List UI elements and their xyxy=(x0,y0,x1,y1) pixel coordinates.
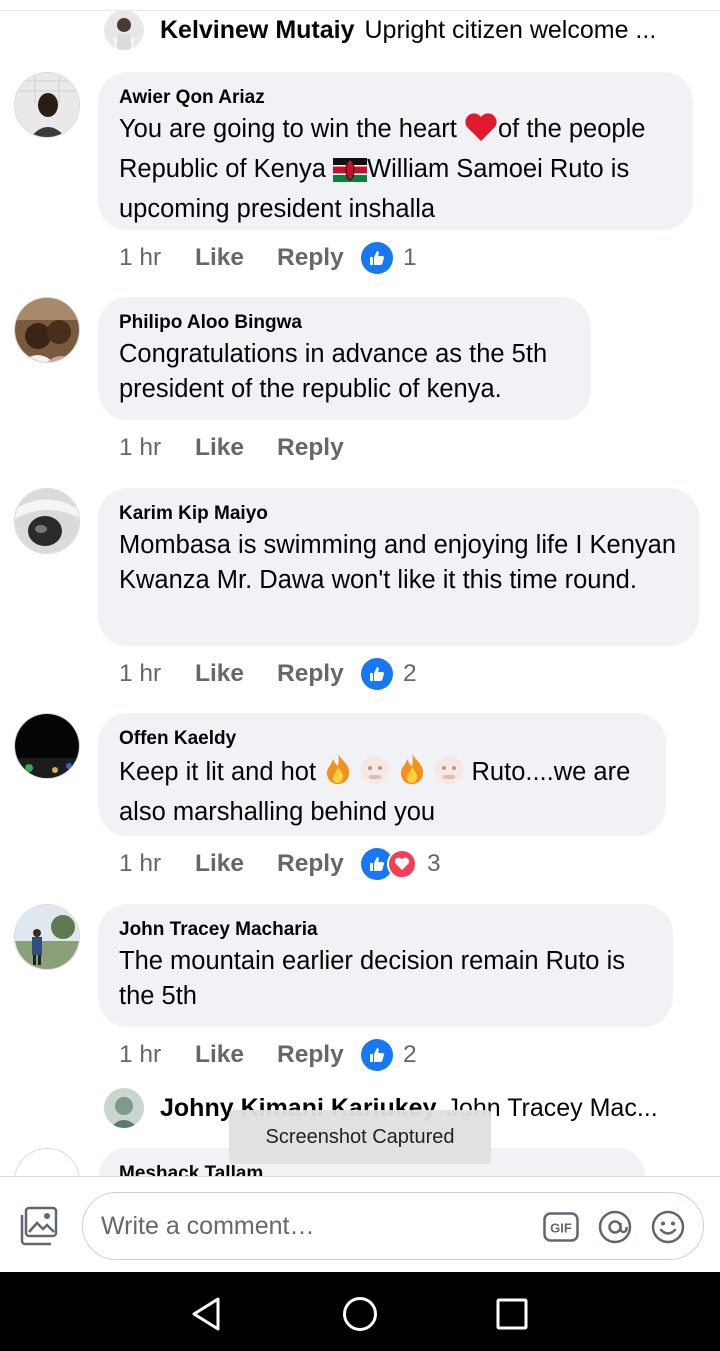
reply-author[interactable]: Kelvinew Mutaiy xyxy=(160,16,355,45)
android-navigation-bar xyxy=(0,1272,720,1351)
reaction-count: 3 xyxy=(427,850,441,877)
mention-icon[interactable] xyxy=(597,1209,633,1245)
reply-button[interactable]: Reply xyxy=(277,1041,361,1069)
avatar[interactable] xyxy=(14,904,80,970)
reaction-count: 2 xyxy=(403,660,417,687)
like-reaction-icon xyxy=(361,1039,393,1071)
comment-composer: Write a comment… GIF xyxy=(0,1176,720,1272)
comment-text: Keep it lit and hot Ruto....we are also … xyxy=(119,753,644,830)
reactions-summary[interactable]: 2 xyxy=(361,658,417,690)
emoji-icon[interactable] xyxy=(650,1209,686,1245)
comment-text: You are going to win the heart of the pe… xyxy=(119,112,671,227)
reaction-count: 1 xyxy=(403,244,417,271)
comment-author[interactable]: Offen Kaeldy xyxy=(119,726,644,752)
comment-time[interactable]: 1 hr xyxy=(119,1041,195,1069)
like-button[interactable]: Like xyxy=(195,434,277,462)
reply-button[interactable]: Reply xyxy=(277,850,361,878)
avatar[interactable] xyxy=(104,10,144,50)
comment-bubble[interactable]: John Tracey Macharia The mountain earlie… xyxy=(98,904,673,1027)
reactions-summary[interactable]: 3 xyxy=(361,848,441,880)
gif-icon[interactable]: GIF xyxy=(543,1209,579,1245)
comment-text: Congratulations in advance as the 5th pr… xyxy=(119,340,548,403)
comment-text: Mombasa is swimming and enjoying life I … xyxy=(119,531,677,594)
avatar[interactable] xyxy=(104,1088,144,1128)
reactions-summary[interactable]: 1 xyxy=(361,242,417,274)
back-icon[interactable] xyxy=(186,1294,226,1334)
avatar[interactable] xyxy=(14,713,80,779)
comment-bubble[interactable]: Philipo Aloo Bingwa Congratulations in a… xyxy=(98,297,591,420)
reply-button[interactable]: Reply xyxy=(277,660,361,688)
comment-actions: 1 hr Like Reply xyxy=(119,431,361,465)
love-reaction-icon xyxy=(387,849,417,879)
comment-text: The mountain earlier decision remain Rut… xyxy=(119,947,625,1010)
comment-author[interactable]: Awier Qon Ariaz xyxy=(119,85,671,111)
comment-input-placeholder: Write a comment… xyxy=(101,1212,315,1240)
reactions-summary[interactable]: 2 xyxy=(361,1039,417,1071)
avatar[interactable] xyxy=(14,72,80,138)
recents-icon[interactable] xyxy=(492,1294,532,1334)
cold-face-emoji-icon xyxy=(434,755,464,795)
reply-text[interactable]: Upright citizen welcome ... xyxy=(365,16,657,45)
reply-button[interactable]: Reply xyxy=(277,244,361,272)
comment-actions: 1 hr Like Reply 2 xyxy=(119,1038,417,1072)
svg-text:GIF: GIF xyxy=(550,1221,572,1236)
reply-button[interactable]: Reply xyxy=(277,434,361,462)
comment-bubble[interactable]: Awier Qon Ariaz You are going to win the… xyxy=(98,72,693,230)
comment-time[interactable]: 1 hr xyxy=(119,660,195,688)
comment-bubble[interactable]: Offen Kaeldy Keep it lit and hot Ruto...… xyxy=(98,713,666,836)
fire-emoji-icon xyxy=(397,753,427,795)
like-reaction-icon xyxy=(361,658,393,690)
photo-icon[interactable] xyxy=(18,1205,60,1247)
comment-time[interactable]: 1 hr xyxy=(119,434,195,462)
like-button[interactable]: Like xyxy=(195,660,277,688)
comment-actions: 1 hr Like Reply 1 xyxy=(119,241,417,275)
comment-actions: 1 hr Like Reply 2 xyxy=(119,657,417,691)
comment-author[interactable]: John Tracey Macharia xyxy=(119,917,651,943)
comment-time[interactable]: 1 hr xyxy=(119,244,195,272)
fire-emoji-icon xyxy=(323,753,353,795)
screenshot-toast: Screenshot Captured xyxy=(229,1110,491,1164)
comments-feed[interactable]: Kelvinew Mutaiy Upright citizen welcome … xyxy=(0,0,720,1176)
like-button[interactable]: Like xyxy=(195,1041,277,1069)
comment-author[interactable]: Karim Kip Maiyo xyxy=(119,501,677,527)
reaction-count: 2 xyxy=(403,1041,417,1068)
comment-time[interactable]: 1 hr xyxy=(119,850,195,878)
comment-bubble[interactable]: Karim Kip Maiyo Mombasa is swimming and … xyxy=(98,488,699,646)
avatar[interactable] xyxy=(14,1148,80,1176)
comment-author[interactable]: Philipo Aloo Bingwa xyxy=(119,310,569,336)
like-button[interactable]: Like xyxy=(195,244,277,272)
reply-preview[interactable]: Kelvinew Mutaiy Upright citizen welcome … xyxy=(104,10,656,50)
cold-face-emoji-icon xyxy=(360,755,390,795)
like-button[interactable]: Like xyxy=(195,850,277,878)
avatar[interactable] xyxy=(14,297,80,363)
avatar[interactable] xyxy=(14,488,80,554)
home-icon[interactable] xyxy=(340,1294,380,1334)
heart-emoji-icon xyxy=(464,112,498,152)
comment-actions: 1 hr Like Reply 3 xyxy=(119,847,441,881)
comment-input[interactable]: Write a comment… GIF xyxy=(82,1192,704,1260)
kenya-flag-icon xyxy=(333,157,368,192)
like-reaction-icon xyxy=(361,242,393,274)
